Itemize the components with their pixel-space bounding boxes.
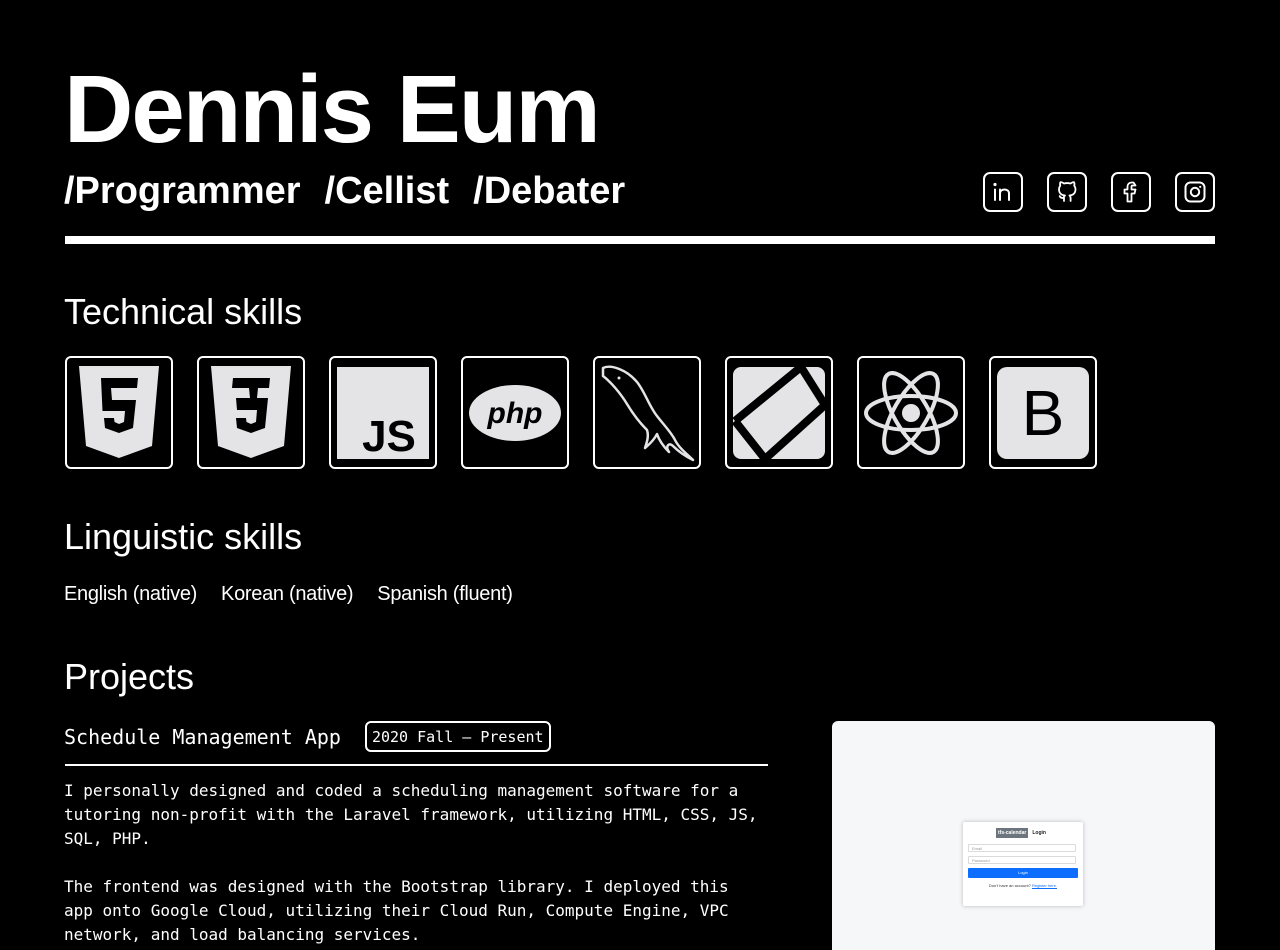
project-description: I personally designed and coded a schedu… <box>64 779 774 950</box>
role-debater: /Debater <box>473 170 626 212</box>
php-icon: php <box>469 384 561 441</box>
header-divider <box>65 236 1215 244</box>
project-paragraph: I personally designed and coded a schedu… <box>64 781 758 848</box>
portfolio-page: Dennis Eum /Programmer /Cellist /Debater <box>0 0 1280 950</box>
javascript-icon: JS <box>337 366 429 461</box>
technical-skills-title: Technical skills <box>64 291 303 332</box>
linguistic-skills-title: Linguistic skills <box>64 516 303 557</box>
project-title: Schedule Management App <box>64 724 341 749</box>
technical-skills-list: JS php B <box>65 356 1097 469</box>
language-item: Spanish (fluent) <box>377 583 513 605</box>
project-divider <box>65 764 768 766</box>
github-icon <box>1058 181 1077 202</box>
role-cellist: /Cellist <box>324 170 450 212</box>
skill-php: php <box>461 356 569 469</box>
skill-mysql <box>593 356 701 469</box>
skill-html5 <box>65 356 173 469</box>
page-title: Dennis Eum <box>64 56 601 163</box>
languages-list: English (native) Korean (native) Spanish… <box>64 583 513 606</box>
login-brand: tfs-calendar <box>996 828 1029 838</box>
login-footer-text: Don't have an account? <box>988 883 1031 888</box>
skill-bootstrap: B <box>989 356 1097 469</box>
skill-react <box>857 356 965 469</box>
social-links <box>983 172 1215 212</box>
skill-css3 <box>197 356 305 469</box>
facebook-icon <box>1123 181 1137 203</box>
project-screenshot: tfs-calendar Login Email Password Login … <box>832 721 1215 950</box>
password-field: Password <box>968 856 1076 864</box>
github-link[interactable] <box>1047 172 1087 212</box>
mysql-icon <box>601 365 695 461</box>
react-icon <box>864 370 958 455</box>
roles: /Programmer /Cellist /Debater <box>64 172 625 210</box>
linkedin-icon <box>993 182 1010 201</box>
email-field: Email <box>968 844 1076 852</box>
css3-icon <box>211 365 291 458</box>
svg-text:B: B <box>1022 377 1065 449</box>
bootstrap-icon: B <box>997 366 1089 459</box>
login-header: tfs-calendar Login <box>996 828 1083 838</box>
laravel-icon <box>731 364 827 461</box>
linkedin-link[interactable] <box>983 172 1023 212</box>
project-paragraph: The frontend was designed with the Boots… <box>64 877 729 944</box>
projects-title: Projects <box>64 656 195 697</box>
login-heading: Login <box>1032 830 1046 836</box>
language-item: Korean (native) <box>221 583 354 605</box>
instagram-icon <box>1184 181 1206 203</box>
role-programmer: /Programmer <box>64 170 301 212</box>
login-button: Login <box>968 868 1078 878</box>
html5-icon <box>79 365 159 458</box>
login-card: tfs-calendar Login Email Password Login … <box>963 822 1083 906</box>
project-header: Schedule Management App 2020 Fall – Pres… <box>64 721 551 752</box>
register-link: Register here. <box>1031 883 1058 888</box>
svg-text:JS: JS <box>362 412 416 461</box>
project-date-badge: 2020 Fall – Present <box>364 721 551 752</box>
skill-javascript: JS <box>329 356 437 469</box>
login-footer: Don't have an account? Register here. <box>963 883 1083 888</box>
svg-text:php: php <box>487 397 543 430</box>
language-item: English (native) <box>64 583 198 605</box>
facebook-link[interactable] <box>1111 172 1151 212</box>
skill-laravel <box>725 356 833 469</box>
instagram-link[interactable] <box>1175 172 1215 212</box>
